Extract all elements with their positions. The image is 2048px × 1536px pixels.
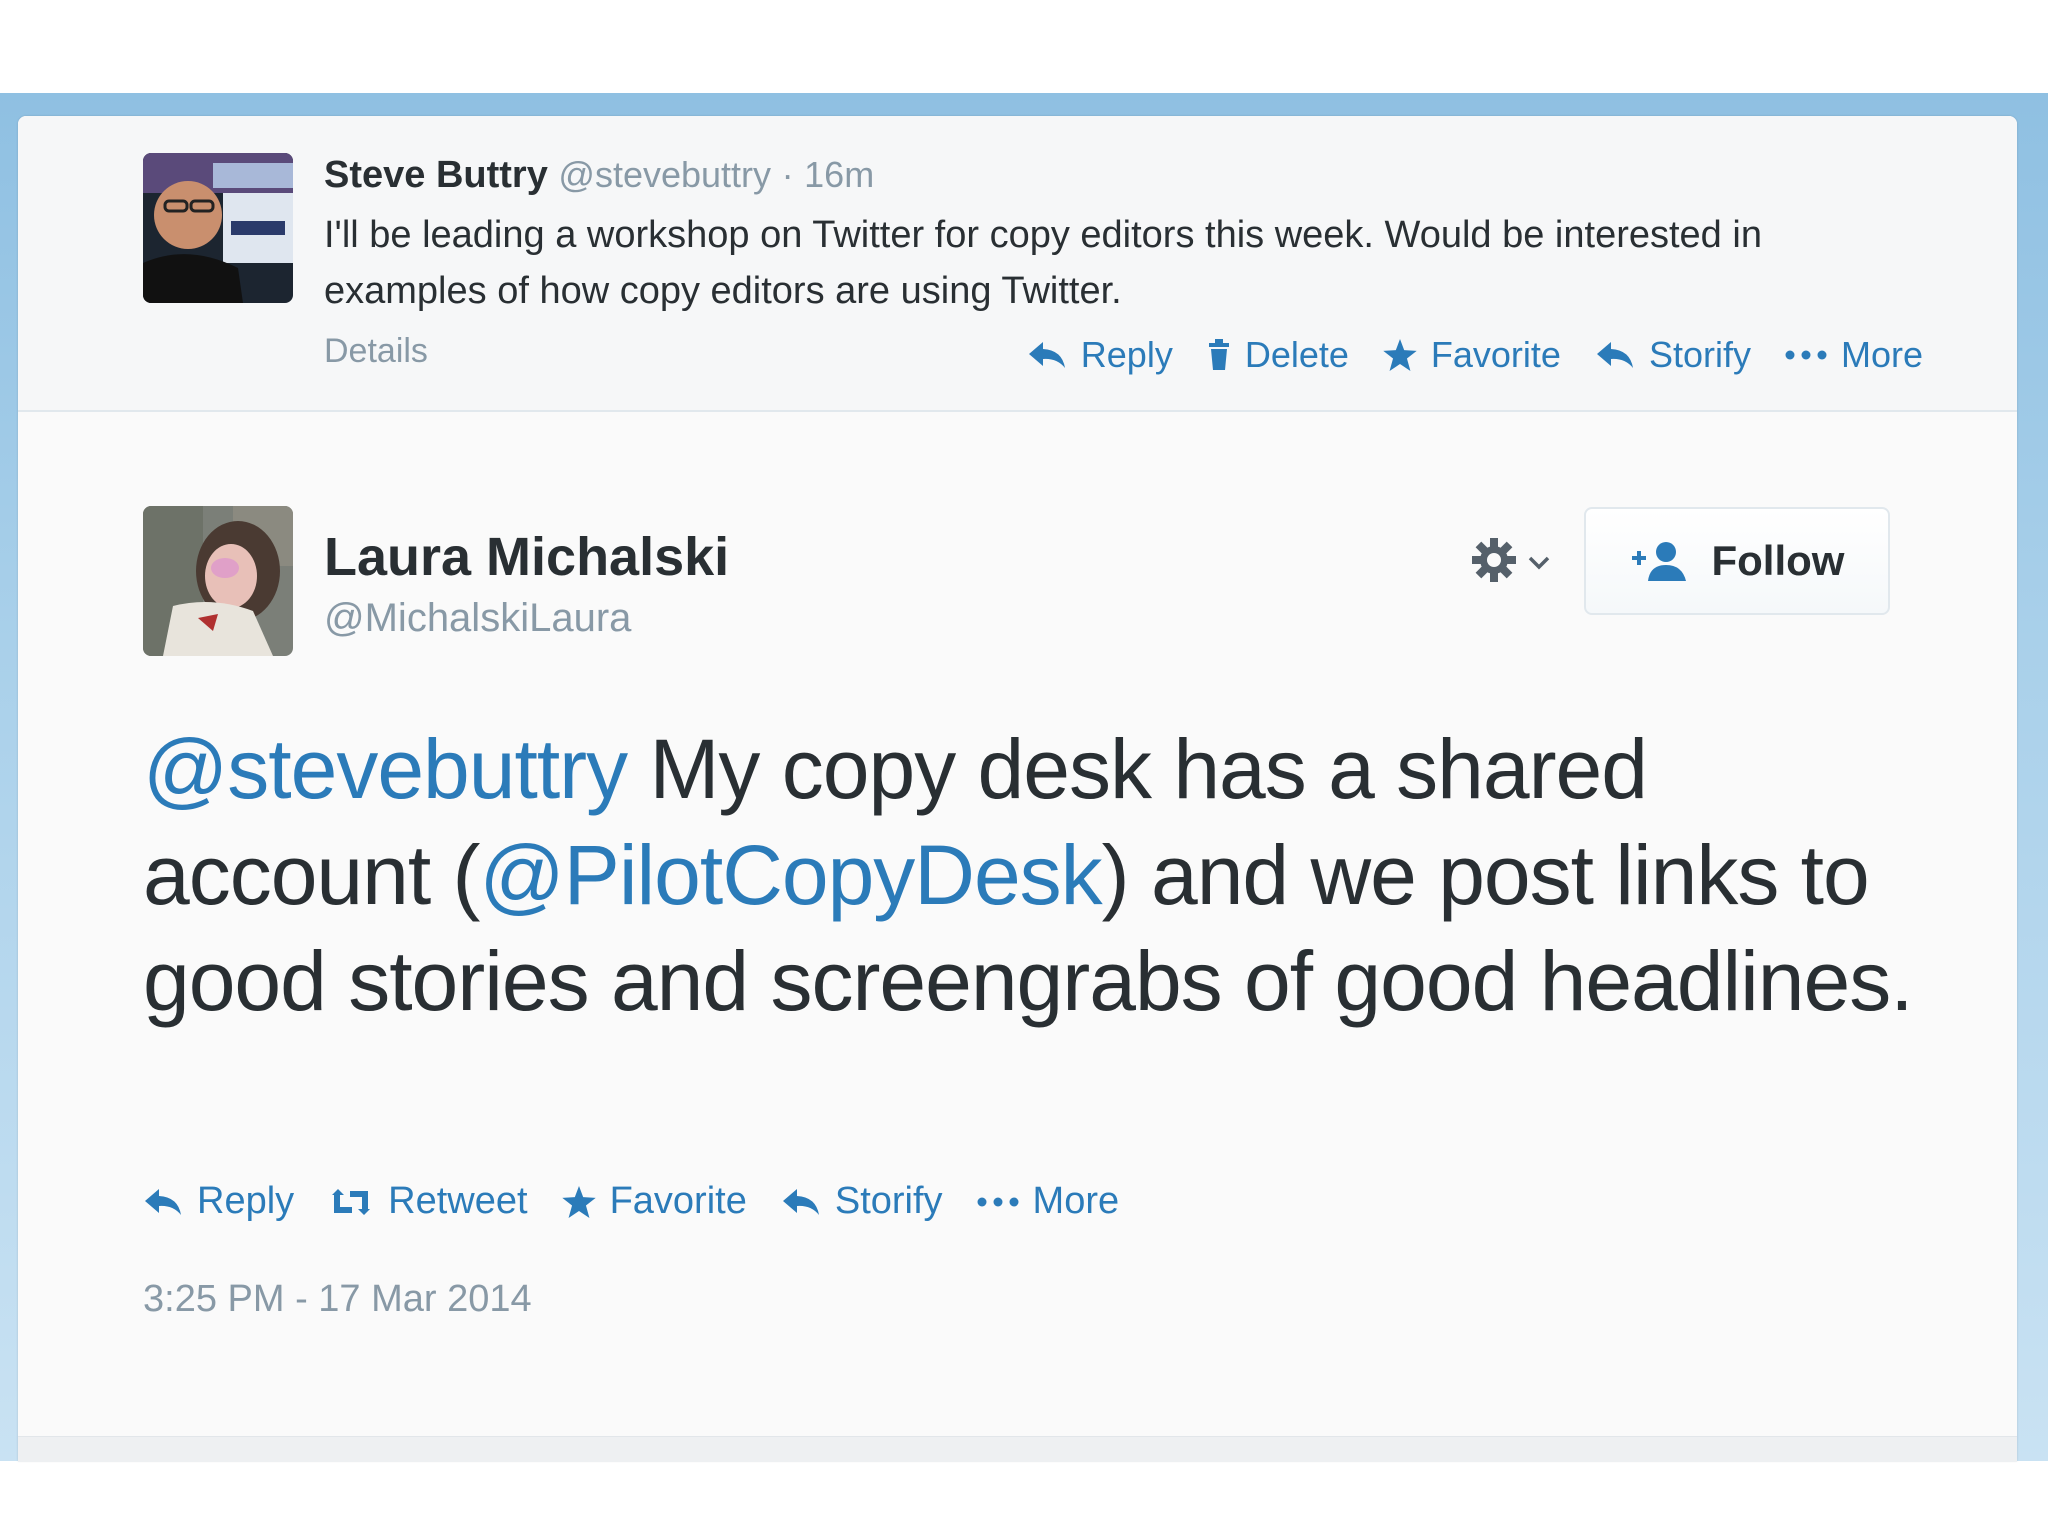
mention-stevebuttry[interactable]: @stevebuttry [143,722,628,816]
parent-favorite-label: Favorite [1430,334,1561,375]
parent-tweet[interactable]: Steve Buttry @stevebuttry · 16m I'll be … [18,116,2017,412]
focal-author-handle[interactable]: @MichalskiLaura [324,596,631,641]
tweet-timestamp[interactable]: 3:25 PM - 17 Mar 2014 [143,1278,532,1321]
parent-reply-label: Reply [1080,334,1173,375]
parent-delete-button[interactable]: Delete [1207,334,1349,376]
parent-author-handle[interactable]: @stevebuttry [558,154,771,195]
card-footer-strip [18,1436,2017,1462]
focal-storify-label: Storify [834,1180,943,1222]
reply-arrow-icon [1027,340,1067,370]
header-separator: · [781,154,794,195]
storify-arrow-icon [781,1187,821,1217]
retweet-icon [328,1187,374,1217]
follow-button[interactable]: Follow [1584,507,1890,615]
chevron-down-icon [1528,556,1550,570]
details-link[interactable]: Details [324,332,428,371]
focal-avatar[interactable] [143,506,293,656]
parent-favorite-button[interactable]: Favorite [1383,334,1561,376]
mention-pilotcopydesk[interactable]: @PilotCopyDesk [480,828,1103,922]
parent-actions: Reply Delete Favorite Storify More [1027,334,1923,376]
focal-actions: Reply Retweet Favorite Storify More [143,1180,1119,1223]
parent-timestamp[interactable]: 16m [804,154,874,195]
add-user-icon [1630,541,1688,581]
parent-author-name[interactable]: Steve Buttry [324,154,548,196]
parent-tweet-text: I'll be leading a workshop on Twitter fo… [324,214,1762,312]
focal-favorite-label: Favorite [609,1180,747,1222]
focal-author-name[interactable]: Laura Michalski [324,526,729,588]
parent-header: Steve Buttry @stevebuttry · 16m [324,154,874,197]
storify-arrow-icon [1595,340,1635,370]
parent-more-button[interactable]: More [1785,334,1923,376]
parent-more-label: More [1840,334,1923,375]
focal-more-label: More [1032,1180,1120,1222]
gear-icon [1470,536,1518,589]
focal-tweet-text: @stevebuttry My copy desk has a shared a… [143,716,1943,1034]
parent-storify-button[interactable]: Storify [1595,334,1751,376]
ellipsis-icon [977,1197,1019,1207]
parent-storify-label: Storify [1648,334,1751,375]
follow-label: Follow [1711,537,1845,584]
parent-reply-button[interactable]: Reply [1027,334,1173,376]
focal-retweet-label: Retweet [388,1180,528,1222]
focal-favorite-button[interactable]: Favorite [561,1180,747,1223]
ellipsis-icon [1785,350,1827,360]
focal-retweet-button[interactable]: Retweet [328,1180,528,1223]
focal-storify-button[interactable]: Storify [781,1180,943,1223]
user-actions-menu[interactable] [1470,536,1550,589]
tweet-card: Steve Buttry @stevebuttry · 16m I'll be … [18,116,2017,1461]
parent-delete-label: Delete [1244,334,1349,375]
focal-more-button[interactable]: More [977,1180,1120,1223]
star-icon [561,1185,596,1218]
focal-reply-label: Reply [197,1180,295,1222]
parent-avatar[interactable] [143,153,293,303]
star-icon [1383,339,1417,371]
reply-arrow-icon [143,1187,183,1217]
trash-icon [1207,339,1231,371]
focal-reply-button[interactable]: Reply [143,1180,294,1223]
